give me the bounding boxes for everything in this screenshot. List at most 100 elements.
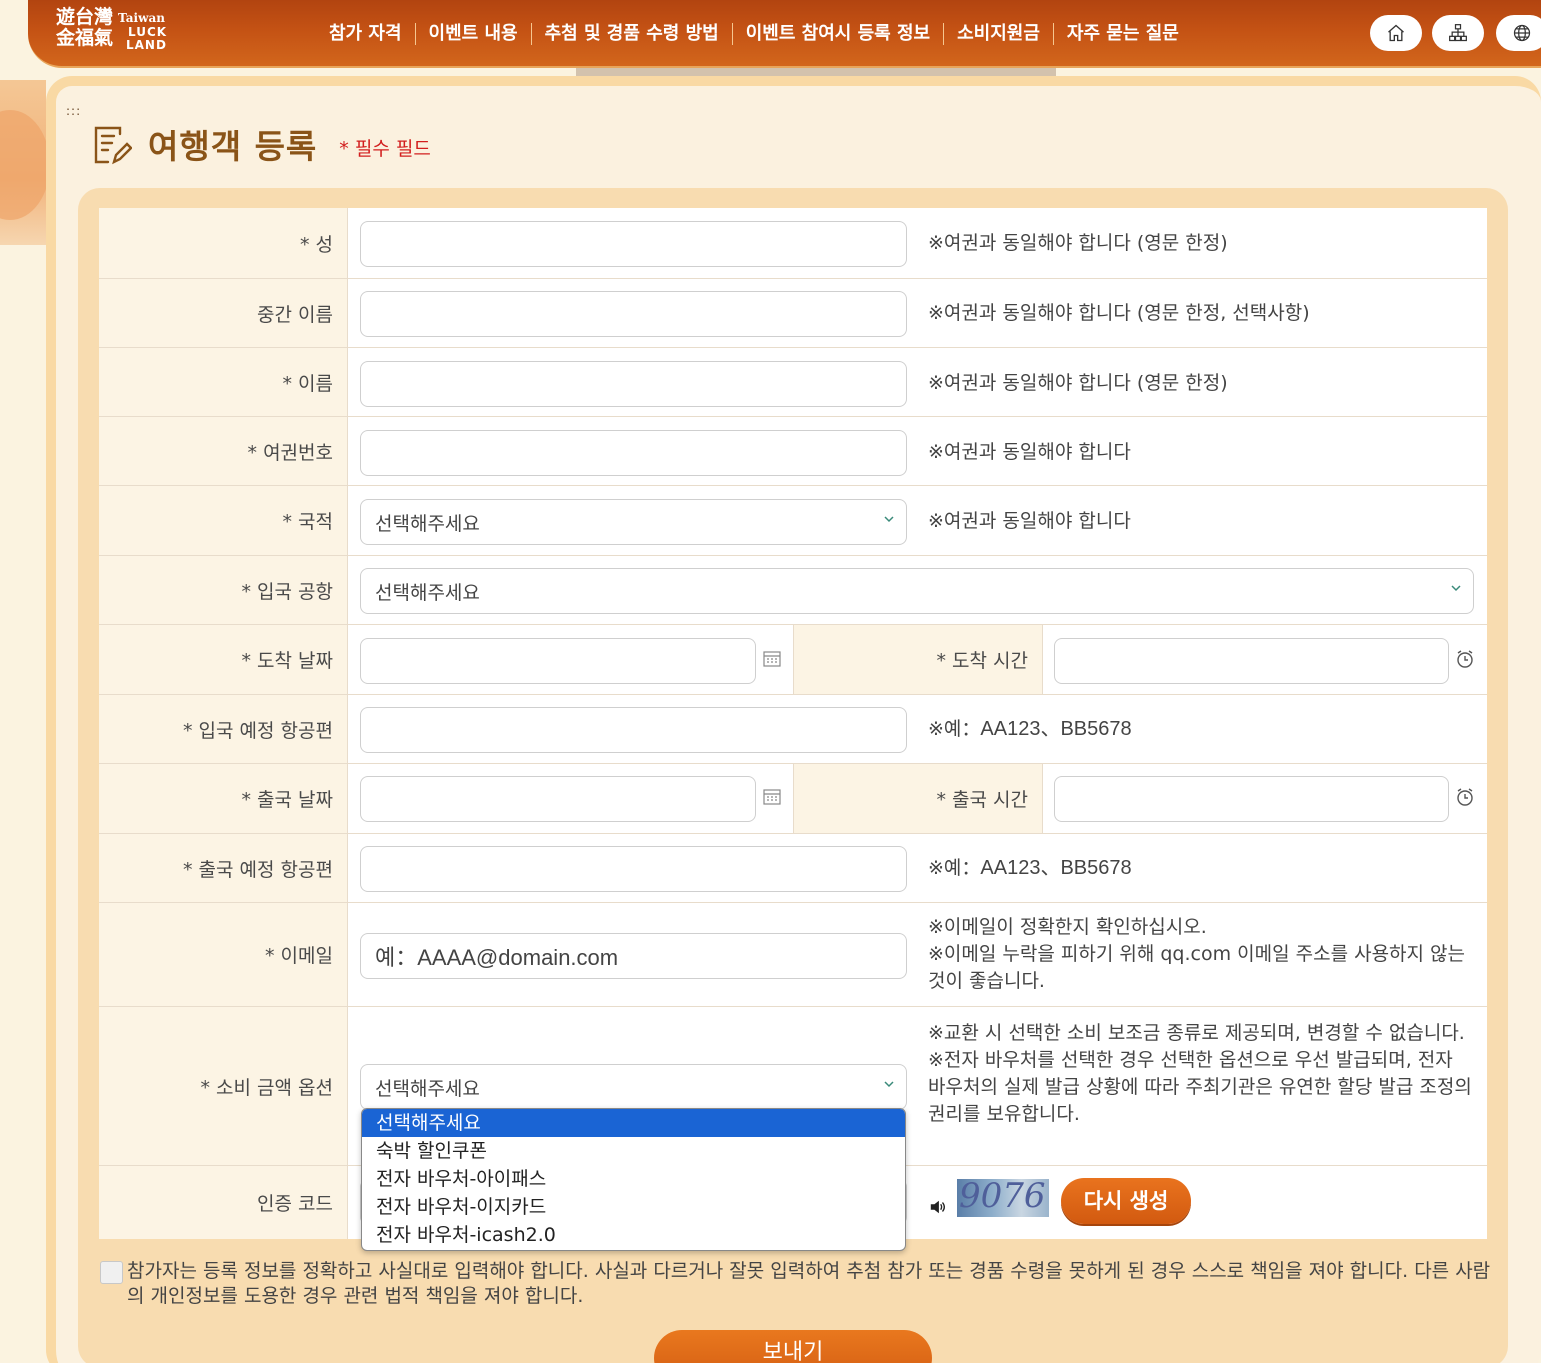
logo-en-line3: LAND: [126, 38, 167, 52]
email-note-line1: ※이메일이 정확한지 확인하십시오.: [928, 916, 1207, 938]
form-row-arrival-flight: * 입국 예정 항공편 ※예：AA123、BB5678: [99, 695, 1487, 764]
arrival-flight-input[interactable]: [360, 707, 907, 753]
nav-item-faq[interactable]: 자주 묻는 질문: [1054, 20, 1192, 48]
spending-option-note-line1: ※교환 시 선택한 소비 보조금 종류로 제공되며, 변경할 수 없습니다.: [928, 1022, 1465, 1044]
nav-item-registration-info[interactable]: 이벤트 참여시 등록 정보: [733, 20, 943, 48]
arrival-flight-note-codes: AA123、BB5678: [980, 718, 1132, 740]
passport-label: * 여권번호: [99, 417, 348, 485]
spending-option-select-value: 선택해주세요: [375, 1077, 480, 1100]
middle-name-note: ※여권과 동일해야 합니다 (영문 한정, 선택사항): [928, 302, 1310, 324]
departure-flight-label: * 출국 예정 항공편: [99, 834, 348, 902]
clock-icon[interactable]: [1455, 787, 1475, 807]
chevron-down-icon: [884, 516, 894, 523]
arrival-airport-select-value: 선택해주세요: [375, 581, 480, 604]
form-row-departure-datetime: * 출국 날짜 * 출국 시간: [99, 764, 1487, 834]
nav-item-subsidy[interactable]: 소비지원금: [944, 20, 1053, 48]
arrival-time-input[interactable]: [1054, 638, 1449, 684]
surname-label: * 성: [99, 208, 348, 278]
logo-en-line2: LUCK: [128, 25, 168, 39]
form-row-email: * 이메일 예：AAAA@domain.com ※이메일이 정확한지 확인하십시…: [99, 903, 1487, 1007]
email-note-line2: ※이메일 누락을 피하기 위해 qq.com 이메일 주소를 사용하지 않는 것…: [928, 943, 1466, 992]
regenerate-captcha-button[interactable]: 다시 생성: [1061, 1178, 1191, 1224]
captcha-code-text: 9076: [959, 1176, 1046, 1216]
spending-option-label: * 소비 금액 옵션: [99, 1007, 348, 1165]
form-row-departure-flight: * 출국 예정 항공편 ※예：AA123、BB5678: [99, 834, 1487, 903]
given-name-note: ※여권과 동일해야 합니다 (영문 한정): [928, 372, 1228, 394]
dropdown-option[interactable]: 전자 바우처-아이패스: [362, 1165, 905, 1193]
background-decoration: [0, 80, 50, 245]
departure-date-label: * 출국 날짜: [99, 764, 348, 833]
middle-name-input[interactable]: [360, 291, 907, 337]
chevron-down-icon: [884, 1081, 894, 1088]
departure-time-input[interactable]: [1054, 776, 1449, 822]
departure-flight-input[interactable]: [360, 846, 907, 892]
dropdown-option[interactable]: 전자 바우처-이지카드: [362, 1193, 905, 1221]
arrival-time-label: * 도착 시간: [793, 625, 1043, 694]
speaker-icon[interactable]: [929, 1198, 947, 1216]
sitemap-button[interactable]: [1432, 15, 1484, 51]
captcha-label: 인증 코드: [99, 1166, 348, 1239]
nav-item-event-details[interactable]: 이벤트 내용: [416, 20, 531, 48]
arrival-flight-note: ※예：AA123、BB5678: [928, 716, 1132, 743]
site-logo[interactable]: 遊台灣 金福氣 Taiwan LUCK LAND: [56, 8, 186, 56]
arrival-date-input[interactable]: [360, 638, 756, 684]
departure-flight-note: ※예：AA123、BB5678: [928, 855, 1132, 882]
page-header: 여행객 등록 * 필수 필드: [92, 120, 431, 168]
dropdown-option[interactable]: 전자 바우처-icash2.0: [362, 1221, 905, 1249]
spending-option-note: ※교환 시 선택한 소비 보조금 종류로 제공되며, 변경할 수 없습니다. ※…: [928, 1020, 1473, 1128]
header-strip: [576, 68, 1056, 76]
agreement-checkbox[interactable]: [100, 1261, 123, 1284]
page-title: 여행객 등록: [148, 127, 318, 166]
nationality-select[interactable]: 선택해주세요: [360, 499, 907, 545]
language-button[interactable]: [1496, 15, 1541, 51]
form-row-arrival-datetime: * 도착 날짜 * 도착 시간: [99, 625, 1487, 695]
logo-en-line1: Taiwan: [118, 11, 165, 25]
required-field-note: * 필수 필드: [339, 137, 431, 160]
passport-input[interactable]: [360, 430, 907, 476]
arrival-airport-label: * 입국 공항: [99, 556, 348, 624]
dropdown-option[interactable]: 숙박 할인쿠폰: [362, 1137, 905, 1165]
form-row-given-name: * 이름 ※여권과 동일해야 합니다 (영문 한정): [99, 348, 1487, 417]
arrival-flight-note-prefix: ※예：: [928, 718, 981, 740]
surname-note: ※여권과 동일해야 합니다 (영문 한정): [928, 232, 1228, 254]
spending-option-dropdown: 선택해주세요 숙박 할인쿠폰 전자 바우처-아이패스 전자 바우처-이지카드 전…: [361, 1108, 906, 1251]
home-button[interactable]: [1370, 15, 1422, 51]
home-icon: [1388, 24, 1404, 42]
surname-input[interactable]: [360, 221, 907, 267]
sitemap-icon: [1449, 24, 1467, 42]
nationality-select-value: 선택해주세요: [375, 512, 480, 535]
form-row-passport: * 여권번호 ※여권과 동일해야 합니다: [99, 417, 1487, 486]
calendar-icon[interactable]: [762, 787, 782, 807]
middle-name-label: 중간 이름: [99, 279, 348, 347]
email-label: * 이메일: [99, 903, 348, 1006]
email-note: ※이메일이 정확한지 확인하십시오. ※이메일 누락을 피하기 위해 qq.co…: [928, 914, 1473, 995]
form-row-arrival-airport: * 입국 공항 선택해주세요: [99, 556, 1487, 625]
submit-button[interactable]: 보내기: [654, 1330, 932, 1363]
form-row-middle-name: 중간 이름 ※여권과 동일해야 합니다 (영문 한정, 선택사항): [99, 279, 1487, 348]
departure-flight-note-prefix: ※예：: [928, 857, 981, 879]
given-name-label: * 이름: [99, 348, 348, 416]
form-document-icon: [94, 126, 132, 165]
calendar-icon[interactable]: [762, 649, 782, 669]
passport-note: ※여권과 동일해야 합니다: [928, 441, 1131, 463]
main-nav: 참가 자격 이벤트 내용 추첨 및 경품 수령 방법 이벤트 참여시 등록 정보…: [316, 20, 1192, 48]
email-input[interactable]: 예：AAAA@domain.com: [360, 933, 907, 979]
dropdown-option[interactable]: 선택해주세요: [362, 1109, 905, 1137]
nationality-note: ※여권과 동일해야 합니다: [928, 510, 1131, 532]
globe-icon: [1513, 24, 1531, 42]
spending-option-select[interactable]: 선택해주세요: [360, 1064, 907, 1110]
arrival-flight-label: * 입국 예정 항공편: [99, 695, 348, 763]
nav-item-draw-method[interactable]: 추첨 및 경품 수령 방법: [532, 20, 732, 48]
clock-icon[interactable]: [1455, 649, 1475, 669]
nav-item-eligibility[interactable]: 참가 자격: [316, 20, 415, 48]
site-header: 遊台灣 金福氣 Taiwan LUCK LAND 참가 자격 이벤트 내용 추첨…: [28, 0, 1541, 68]
nationality-label: * 국적: [99, 486, 348, 555]
departure-date-input[interactable]: [360, 776, 756, 822]
arrival-date-label: * 도착 날짜: [99, 625, 348, 694]
form-row-nationality: * 국적 선택해주세요 ※여권과 동일해야 합니다: [99, 486, 1487, 556]
departure-time-label: * 출국 시간: [793, 764, 1043, 833]
given-name-input[interactable]: [360, 361, 907, 407]
accessibility-anchor[interactable]: :::: [66, 104, 81, 118]
chevron-down-icon: [1451, 585, 1461, 592]
arrival-airport-select[interactable]: 선택해주세요: [360, 568, 1474, 614]
